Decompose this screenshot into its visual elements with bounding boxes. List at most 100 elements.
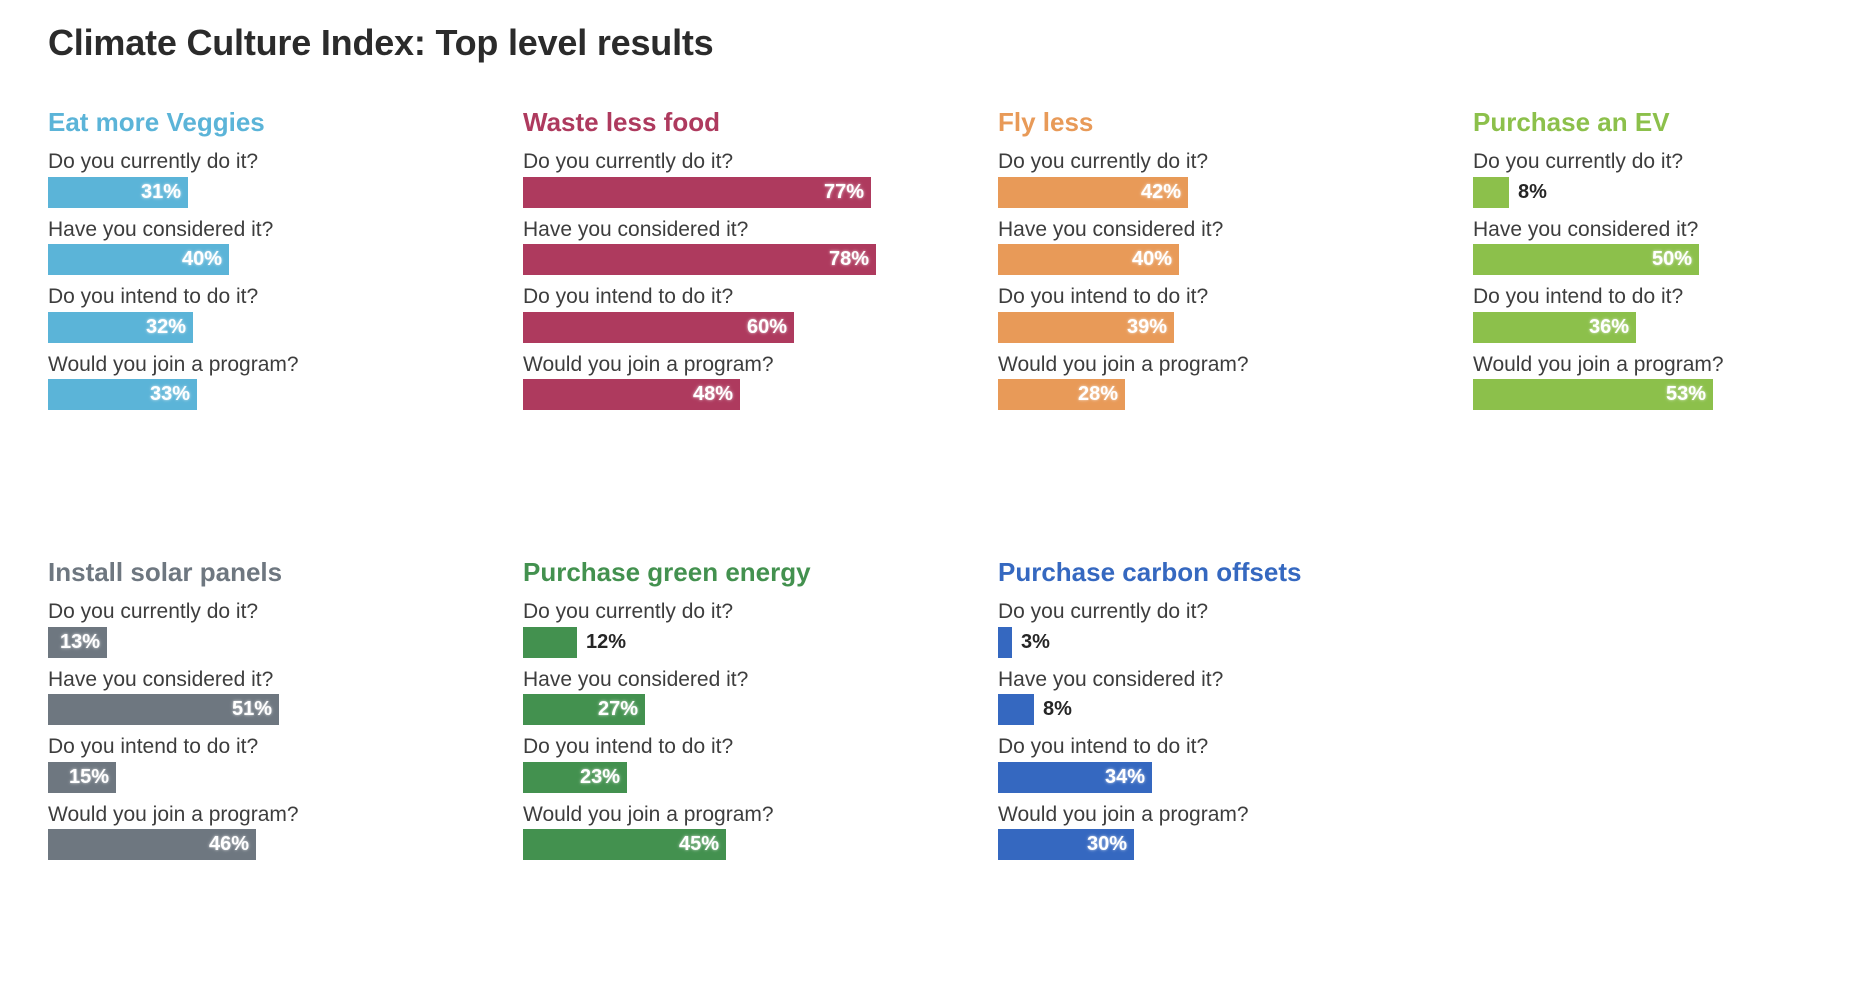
- bar[interactable]: 27%: [523, 694, 645, 726]
- question-label: Would you join a program?: [523, 802, 774, 826]
- panel-purchase-carbon-offsets: Purchase carbon offsets Do you currently …: [998, 558, 1398, 870]
- bar-value-label: 31%: [140, 180, 181, 203]
- bar-value-label: 46%: [208, 833, 249, 856]
- question-row: Have you considered it? 51%: [48, 668, 448, 726]
- panel-title: Purchase an EV: [1473, 107, 1670, 137]
- bar-track: 78%: [523, 244, 923, 276]
- bar-track: 30%: [998, 829, 1398, 861]
- question-row: Do you intend to do it? 34%: [998, 735, 1398, 793]
- question-row: Have you considered it? 40%: [998, 218, 1398, 276]
- question-label: Would you join a program?: [998, 802, 1249, 826]
- question-label: Do you intend to do it?: [523, 735, 734, 759]
- bar[interactable]: 39%: [998, 311, 1174, 343]
- bar-track: 39%: [998, 311, 1398, 343]
- bar[interactable]: 30%: [998, 829, 1134, 861]
- bar-value-label: 23%: [579, 765, 620, 788]
- bar[interactable]: 40%: [998, 244, 1179, 276]
- bar[interactable]: 13%: [48, 626, 107, 658]
- bar[interactable]: 78%: [523, 244, 876, 276]
- bar[interactable]: 23%: [523, 761, 627, 793]
- question-label: Have you considered it?: [998, 667, 1224, 691]
- panel-title: Install solar panels: [48, 557, 283, 587]
- question-row: Do you currently do it? 31%: [48, 150, 448, 208]
- bar-track: 8%: [1473, 176, 1854, 208]
- bar-track: 8%: [998, 694, 1398, 726]
- question-label: Do you intend to do it?: [1473, 285, 1684, 309]
- bar[interactable]: 34%: [998, 761, 1152, 793]
- bar[interactable]: 53%: [1473, 379, 1713, 411]
- question-label: Do you intend to do it?: [998, 735, 1209, 759]
- bar-track: 51%: [48, 694, 448, 726]
- bar[interactable]: 50%: [1473, 244, 1699, 276]
- bar[interactable]: 31%: [48, 176, 188, 208]
- question-row: Do you currently do it? 13%: [48, 600, 448, 658]
- bar-track: 40%: [998, 244, 1398, 276]
- question-label: Would you join a program?: [523, 352, 774, 376]
- bar[interactable]: [1473, 176, 1509, 208]
- bar-track: 40%: [48, 244, 448, 276]
- question-label: Would you join a program?: [48, 352, 299, 376]
- bar-value-label: 78%: [828, 248, 869, 271]
- bar-track: 27%: [523, 694, 923, 726]
- question-label: Would you join a program?: [1473, 352, 1724, 376]
- bar-value-label: 60%: [746, 315, 787, 338]
- bar-value-label: 13%: [59, 630, 100, 653]
- bar-track: 28%: [998, 379, 1398, 411]
- bar[interactable]: [998, 694, 1034, 726]
- question-row: Would you join a program? 45%: [523, 803, 923, 861]
- question-row: Would you join a program? 33%: [48, 353, 448, 411]
- bar[interactable]: 40%: [48, 244, 229, 276]
- question-label: Do you currently do it?: [523, 600, 734, 624]
- bar[interactable]: [523, 626, 577, 658]
- bar-track: 32%: [48, 311, 448, 343]
- bar-value-label: 51%: [231, 698, 272, 721]
- question-label: Do you currently do it?: [48, 150, 259, 174]
- question-row: Have you considered it? 27%: [523, 668, 923, 726]
- question-label: Do you intend to do it?: [48, 735, 259, 759]
- panel-eat-more-veggies: Eat more Veggies Do you currently do it? 3…: [48, 108, 448, 420]
- question-row: Do you currently do it? 77%: [523, 150, 923, 208]
- bar-value-label: 32%: [145, 315, 186, 338]
- bar[interactable]: 45%: [523, 829, 726, 861]
- bar-track: 31%: [48, 176, 448, 208]
- question-label: Have you considered it?: [1473, 217, 1699, 241]
- bar-value-label: 27%: [597, 698, 638, 721]
- bar[interactable]: 33%: [48, 379, 197, 411]
- bar-value-label: 39%: [1126, 315, 1167, 338]
- bar[interactable]: 32%: [48, 311, 193, 343]
- bar-track: 46%: [48, 829, 448, 861]
- question-row: Have you considered it? 8%: [998, 668, 1398, 726]
- bar-value-label: 42%: [1140, 180, 1181, 203]
- bar[interactable]: [998, 626, 1012, 658]
- bar-value-label: 77%: [823, 180, 864, 203]
- bar[interactable]: 77%: [523, 176, 871, 208]
- question-row: Do you currently do it? 8%: [1473, 150, 1854, 208]
- panel-fly-less: Fly less Do you currently do it? 42% Have y…: [998, 108, 1398, 420]
- question-label: Do you currently do it?: [998, 150, 1209, 174]
- bar[interactable]: 51%: [48, 694, 279, 726]
- question-row: Do you intend to do it? 36%: [1473, 285, 1854, 343]
- bar[interactable]: 42%: [998, 176, 1188, 208]
- question-label: Do you currently do it?: [1473, 150, 1684, 174]
- panel-purchase-an-ev: Purchase an EV Do you currently do it? 8% H…: [1473, 108, 1854, 420]
- question-label: Do you intend to do it?: [998, 285, 1209, 309]
- bar-value-label: 28%: [1077, 383, 1118, 406]
- bar-track: 45%: [523, 829, 923, 861]
- chart-canvas: Climate Culture Index: Top level results…: [0, 0, 1854, 984]
- bar[interactable]: 60%: [523, 311, 794, 343]
- page-title: Climate Culture Index: Top level results: [48, 22, 714, 63]
- question-label: Do you currently do it?: [48, 600, 259, 624]
- bar[interactable]: 46%: [48, 829, 256, 861]
- bar[interactable]: 36%: [1473, 311, 1636, 343]
- question-row: Do you intend to do it? 15%: [48, 735, 448, 793]
- question-row: Would you join a program? 53%: [1473, 353, 1854, 411]
- question-label: Have you considered it?: [523, 217, 749, 241]
- panel-waste-less-food: Waste less food Do you currently do it? 77…: [523, 108, 923, 420]
- bar[interactable]: 15%: [48, 761, 116, 793]
- bar[interactable]: 48%: [523, 379, 740, 411]
- bar-track: 12%: [523, 626, 923, 658]
- bar[interactable]: 28%: [998, 379, 1125, 411]
- bar-track: 36%: [1473, 311, 1854, 343]
- question-row: Would you join a program? 30%: [998, 803, 1398, 861]
- bar-track: 23%: [523, 761, 923, 793]
